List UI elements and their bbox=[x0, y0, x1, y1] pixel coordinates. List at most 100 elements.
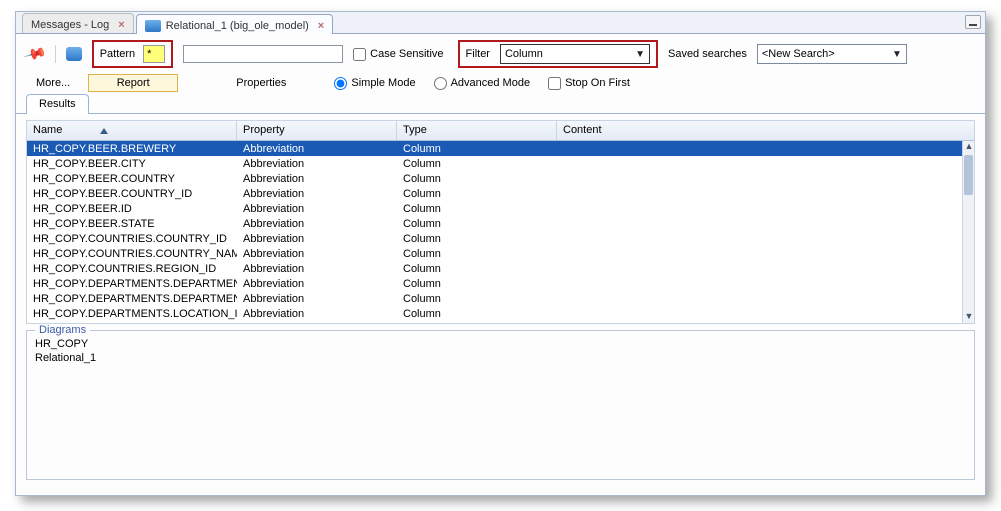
col-type-header[interactable]: Type bbox=[397, 121, 557, 140]
pattern-label: Pattern bbox=[100, 48, 135, 60]
cell: Column bbox=[397, 248, 557, 260]
cell: Column bbox=[397, 173, 557, 185]
cell: HR_COPY.BEER.COUNTRY_ID bbox=[27, 188, 237, 200]
table-row[interactable]: HR_COPY.DEPARTMENTS.DEPARTMENT...Abbrevi… bbox=[27, 291, 962, 306]
cell: Column bbox=[397, 203, 557, 215]
pattern-group: Pattern * bbox=[92, 40, 173, 68]
col-name-header[interactable]: Name bbox=[27, 121, 237, 140]
properties-link[interactable]: Properties bbox=[236, 77, 286, 89]
simple-mode-radio[interactable]: Simple Mode bbox=[334, 77, 415, 90]
results-grid: Name Property Type Content HR_COPY.BEER.… bbox=[26, 120, 975, 324]
cell: HR_COPY.DEPARTMENTS.DEPARTMENT... bbox=[27, 278, 237, 290]
close-icon[interactable]: × bbox=[318, 20, 324, 32]
more-link[interactable]: More... bbox=[36, 77, 70, 89]
list-item[interactable]: Relational_1 bbox=[35, 351, 966, 365]
table-row[interactable]: HR_COPY.BEER.COUNTRYAbbreviationColumn bbox=[27, 171, 962, 186]
cell: Column bbox=[397, 218, 557, 230]
advanced-mode-label: Advanced Mode bbox=[451, 77, 531, 89]
case-sensitive-checkbox[interactable]: Case Sensitive bbox=[353, 48, 443, 61]
vertical-scrollbar[interactable]: ▲ ▼ bbox=[962, 141, 974, 323]
simple-mode-label: Simple Mode bbox=[351, 77, 415, 89]
tab-results[interactable]: Results bbox=[26, 94, 89, 114]
stop-on-first-label: Stop On First bbox=[565, 77, 630, 89]
list-item[interactable]: HR_COPY bbox=[35, 337, 966, 351]
stop-on-first-box[interactable] bbox=[548, 77, 561, 90]
results-tabbar: Results bbox=[16, 92, 985, 114]
simple-mode-input[interactable] bbox=[334, 77, 347, 90]
filter-select[interactable]: Column ▼ bbox=[500, 44, 650, 64]
cell: Abbreviation bbox=[237, 248, 397, 260]
cell: Abbreviation bbox=[237, 293, 397, 305]
scroll-thumb[interactable] bbox=[964, 155, 973, 195]
diagrams-list: HR_COPYRelational_1 bbox=[27, 331, 974, 371]
filter-value: Column bbox=[505, 48, 543, 60]
report-label: Report bbox=[117, 77, 150, 89]
search-input[interactable] bbox=[183, 45, 343, 63]
cell: HR_COPY.BEER.BREWERY bbox=[27, 143, 237, 155]
cell: Column bbox=[397, 188, 557, 200]
table-row[interactable]: HR_COPY.COUNTRIES.COUNTRY_IDAbbreviation… bbox=[27, 231, 962, 246]
col-content-label: Content bbox=[563, 124, 602, 136]
pin-icon[interactable]: 📌 bbox=[23, 42, 48, 67]
cell: HR_COPY.DEPARTMENTS.LOCATION_ID bbox=[27, 308, 237, 320]
table-row[interactable]: HR_COPY.COUNTRIES.COUNTRY_NAMEAbbreviati… bbox=[27, 246, 962, 261]
document-tabbar: Messages - Log × Relational_1 (big_ole_m… bbox=[16, 12, 985, 34]
diagrams-label: Diagrams bbox=[35, 324, 90, 336]
cell: Abbreviation bbox=[237, 308, 397, 320]
cell: HR_COPY.BEER.COUNTRY bbox=[27, 173, 237, 185]
cell: Column bbox=[397, 278, 557, 290]
cell: HR_COPY.BEER.STATE bbox=[27, 218, 237, 230]
case-sensitive-box[interactable] bbox=[353, 48, 366, 61]
minimize-button[interactable] bbox=[965, 15, 981, 29]
cell: Column bbox=[397, 308, 557, 320]
advanced-mode-radio[interactable]: Advanced Mode bbox=[434, 77, 531, 90]
scroll-down-arrow[interactable]: ▼ bbox=[963, 311, 975, 323]
cell: Abbreviation bbox=[237, 188, 397, 200]
saved-searches-select[interactable]: <New Search> ▼ bbox=[757, 44, 907, 64]
filter-label: Filter bbox=[466, 48, 490, 60]
cell: Column bbox=[397, 158, 557, 170]
cell: HR_COPY.BEER.ID bbox=[27, 203, 237, 215]
col-content-header[interactable]: Content bbox=[557, 121, 974, 140]
stop-on-first-checkbox[interactable]: Stop On First bbox=[548, 77, 630, 90]
table-row[interactable]: HR_COPY.BEER.BREWERYAbbreviationColumn bbox=[27, 141, 962, 156]
case-sensitive-label: Case Sensitive bbox=[370, 48, 443, 60]
cell: Abbreviation bbox=[237, 203, 397, 215]
table-row[interactable]: HR_COPY.BEER.IDAbbreviationColumn bbox=[27, 201, 962, 216]
cell: HR_COPY.COUNTRIES.COUNTRY_ID bbox=[27, 233, 237, 245]
cell: Abbreviation bbox=[237, 278, 397, 290]
table-row[interactable]: HR_COPY.DEPARTMENTS.LOCATION_IDAbbreviat… bbox=[27, 306, 962, 321]
advanced-mode-input[interactable] bbox=[434, 77, 447, 90]
cell: HR_COPY.COUNTRIES.REGION_ID bbox=[27, 263, 237, 275]
col-property-header[interactable]: Property bbox=[237, 121, 397, 140]
table-row[interactable]: HR_COPY.DEPARTMENTS.DEPARTMENT...Abbrevi… bbox=[27, 276, 962, 291]
table-row[interactable]: HR_COPY.COUNTRIES.REGION_IDAbbreviationC… bbox=[27, 261, 962, 276]
separator bbox=[55, 45, 56, 63]
tab-label: Relational_1 (big_ole_model) bbox=[166, 20, 309, 32]
saved-searches-label: Saved searches bbox=[668, 48, 747, 60]
cell: HR_COPY.BEER.CITY bbox=[27, 158, 237, 170]
cell: Abbreviation bbox=[237, 158, 397, 170]
results-tab-label: Results bbox=[39, 98, 76, 110]
cell: HR_COPY.COUNTRIES.COUNTRY_NAME bbox=[27, 248, 237, 260]
refresh-icon[interactable] bbox=[66, 47, 82, 61]
table-row[interactable]: HR_COPY.BEER.COUNTRY_IDAbbreviationColum… bbox=[27, 186, 962, 201]
tab-relational1[interactable]: Relational_1 (big_ole_model) × bbox=[136, 14, 334, 34]
report-button[interactable]: Report bbox=[88, 74, 178, 92]
filter-group: Filter Column ▼ bbox=[458, 40, 658, 68]
cell: Column bbox=[397, 263, 557, 275]
close-icon[interactable]: × bbox=[118, 19, 124, 31]
tab-label: Messages - Log bbox=[31, 19, 109, 31]
search-panel: Messages - Log × Relational_1 (big_ole_m… bbox=[15, 11, 986, 496]
cell: Abbreviation bbox=[237, 143, 397, 155]
table-row[interactable]: HR_COPY.BEER.CITYAbbreviationColumn bbox=[27, 156, 962, 171]
tab-messages-log[interactable]: Messages - Log × bbox=[22, 13, 134, 33]
cell: HR_COPY.DEPARTMENTS.DEPARTMENT... bbox=[27, 293, 237, 305]
pattern-value[interactable]: * bbox=[143, 45, 165, 63]
scroll-up-arrow[interactable]: ▲ bbox=[963, 141, 975, 153]
table-row[interactable]: HR_COPY.BEER.STATEAbbreviationColumn bbox=[27, 216, 962, 231]
cell: Column bbox=[397, 233, 557, 245]
col-name-label: Name bbox=[33, 124, 62, 136]
chevron-down-icon: ▼ bbox=[635, 49, 645, 60]
col-type-label: Type bbox=[403, 124, 427, 136]
